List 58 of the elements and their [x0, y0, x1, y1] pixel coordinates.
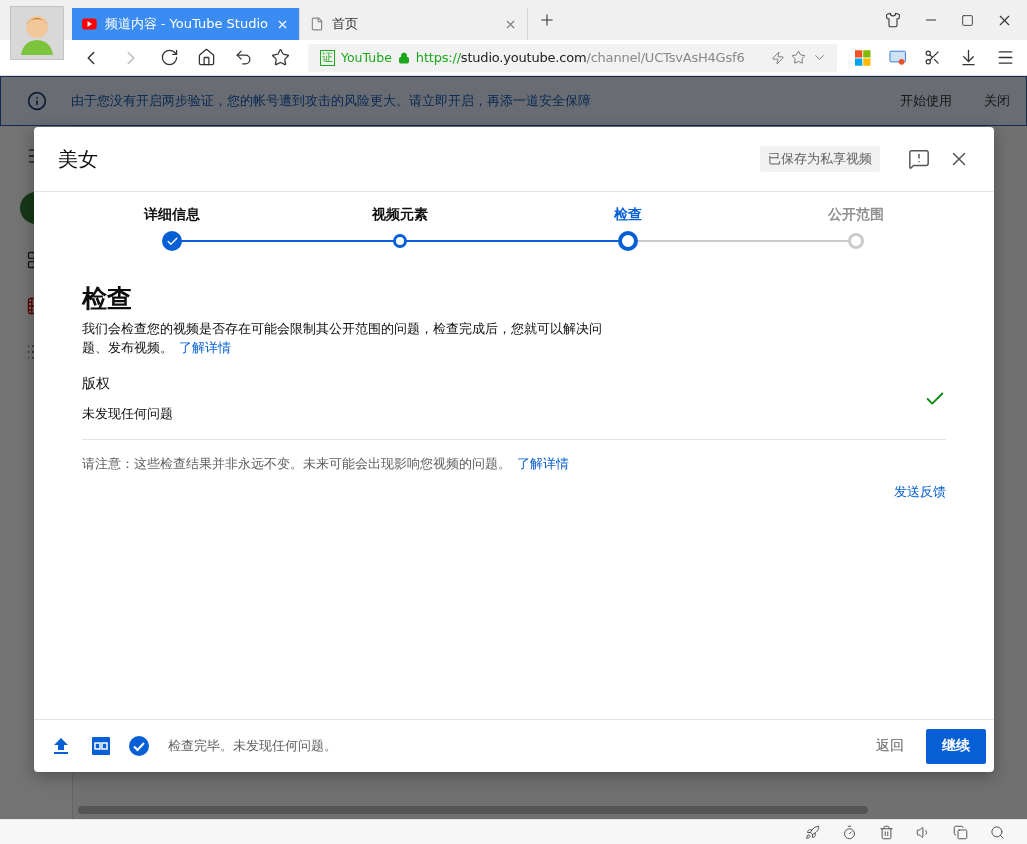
- url-text: https://studio.youtube.com/channel/UCTsvAsH4Gsf6: [415, 50, 746, 65]
- banner-button[interactable]: 开始使用: [896, 92, 956, 110]
- learn-more-link[interactable]: 了解详情: [517, 456, 569, 471]
- home-icon[interactable]: [197, 48, 216, 67]
- section-heading: 检查: [82, 283, 133, 315]
- tab-title: 频道内容 - YouTube Studio: [104, 15, 268, 33]
- send-feedback-link[interactable]: 发送反馈: [894, 483, 946, 501]
- window-icon[interactable]: [953, 824, 968, 840]
- reload-icon[interactable]: [160, 48, 179, 67]
- note-text: 请注意：这些检查结果并非永远不变。未来可能会出现影响您视频的问题。 了解详情: [82, 456, 570, 473]
- download-icon[interactable]: [959, 48, 978, 67]
- browser-tab[interactable]: 频道内容 - YouTube Studio: [72, 8, 300, 40]
- address-field[interactable]: 证 YouTube https://studio.youtube.com/channel/UCTsvAsH4Gsf6: [308, 43, 838, 72]
- lightning-icon[interactable]: [771, 50, 786, 65]
- trash-icon[interactable]: [879, 824, 894, 840]
- back-button[interactable]: 返回: [864, 729, 916, 763]
- certificate-badge: 证: [320, 49, 335, 66]
- timer-icon[interactable]: [842, 824, 857, 840]
- info-icon: [27, 91, 47, 111]
- check-circle-icon: [128, 735, 150, 757]
- banner-button[interactable]: 关闭: [980, 92, 1014, 110]
- tab-title: 首页: [332, 15, 359, 33]
- scissors-icon[interactable]: [924, 49, 941, 66]
- rocket-icon[interactable]: [805, 824, 820, 840]
- shirt-icon[interactable]: [885, 12, 901, 28]
- star-icon[interactable]: [791, 50, 807, 65]
- step-label: 公开范围: [828, 206, 884, 224]
- sd-icon: [90, 737, 112, 755]
- check-title: 版权: [82, 375, 111, 393]
- site-name: YouTube: [341, 50, 392, 65]
- screen-capture-icon[interactable]: [888, 49, 906, 66]
- search-icon[interactable]: [990, 824, 1005, 840]
- saved-status-label: 已保存为私享视频: [760, 146, 880, 172]
- step-label: 检查: [614, 206, 642, 224]
- undo-icon[interactable]: [234, 48, 253, 67]
- new-tab-icon[interactable]: [538, 11, 556, 29]
- stepper-step[interactable]: 检查: [514, 206, 742, 252]
- lock-icon: [397, 51, 410, 64]
- menu-icon[interactable]: [996, 48, 1015, 67]
- dialog-title: 美女: [58, 145, 99, 173]
- maximize-icon[interactable]: [961, 13, 974, 27]
- scrollbar-thumb[interactable]: [78, 806, 868, 814]
- upload-icon: [52, 737, 70, 755]
- star-icon[interactable]: [271, 48, 290, 67]
- play-logo-icon: [82, 18, 97, 30]
- continue-button[interactable]: 继续: [926, 728, 986, 764]
- stepper-step[interactable]: 详细信息: [58, 206, 286, 252]
- colored-squares-icon[interactable]: [855, 49, 871, 66]
- step-label: 详细信息: [144, 206, 200, 224]
- section-description: 我们会检查您的视频是否存在可能会限制其公开范围的问题，检查完成后，您就可以解决问题、发布视频。 了解详情: [82, 320, 603, 357]
- learn-more-link[interactable]: 了解详情: [179, 340, 231, 355]
- stepper-step[interactable]: 公开范围: [742, 206, 970, 252]
- feedback-icon[interactable]: [908, 148, 930, 170]
- stepper-step[interactable]: 视频元素: [286, 206, 514, 252]
- file-icon: [310, 17, 324, 31]
- footer-status-text: 检查完毕。未发现任何问题。: [168, 737, 338, 755]
- check-result: 未发现任何问题: [82, 405, 174, 423]
- step-label: 视频元素: [372, 206, 428, 224]
